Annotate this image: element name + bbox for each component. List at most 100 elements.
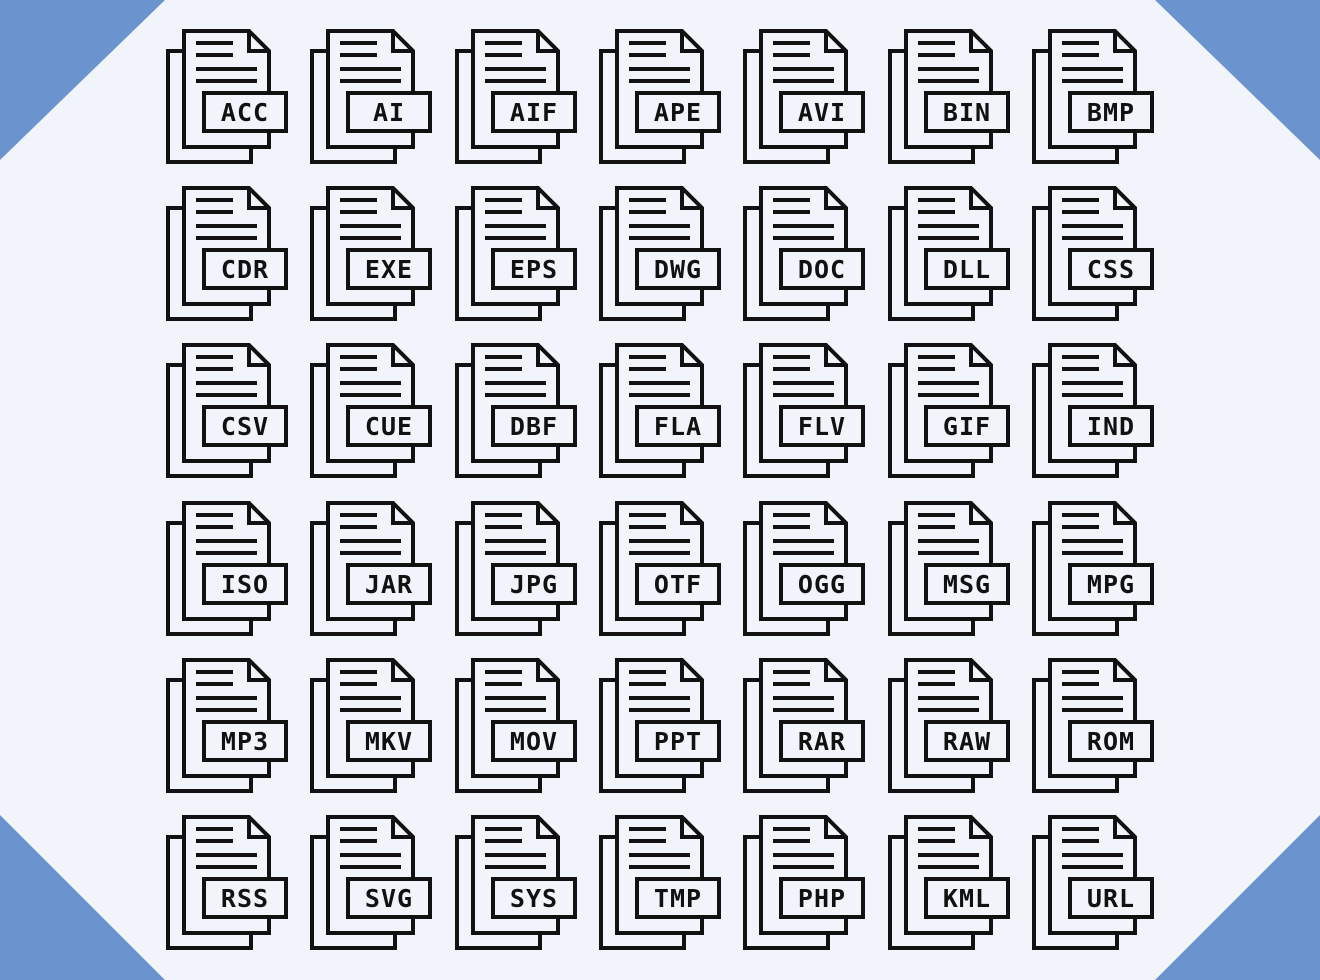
- extension-label: PPT: [654, 727, 702, 756]
- document-icon: FLA: [598, 343, 721, 479]
- document-icon: DOC: [743, 186, 866, 322]
- extension-label: CSS: [1087, 255, 1135, 284]
- document-icon: DWG: [598, 186, 721, 322]
- file-icon-otf: OTF: [598, 500, 728, 641]
- document-icon: TMP: [598, 815, 721, 950]
- extension-label: MKV: [365, 727, 413, 756]
- document-icon: EPS: [454, 186, 577, 322]
- extension-label: DLL: [942, 255, 990, 284]
- corner-bottom-right: [1155, 815, 1320, 980]
- extension-label: MPG: [1087, 570, 1135, 599]
- document-icon: BIN: [887, 29, 1010, 164]
- document-icon: IND: [1031, 343, 1154, 479]
- extension-label: BIN: [942, 98, 990, 127]
- document-icon: CDR: [166, 186, 288, 322]
- document-icon: PHP: [743, 815, 866, 950]
- extension-label: MP3: [221, 727, 269, 756]
- file-icon-msg: MSG: [887, 500, 1017, 641]
- file-icon-mov: MOV: [454, 657, 584, 798]
- extension-label: AIF: [510, 98, 558, 127]
- extension-label: CUE: [365, 412, 413, 441]
- document-icon: ACC: [166, 29, 288, 164]
- extension-label: URL: [1087, 884, 1135, 913]
- document-icon: DBF: [454, 343, 577, 479]
- extension-label: DBF: [510, 412, 558, 441]
- extension-label: EXE: [365, 255, 413, 284]
- extension-label: PHP: [798, 884, 846, 913]
- file-icon-aif: AIF: [454, 29, 584, 169]
- file-icon-acc: ACC: [165, 29, 295, 169]
- file-icon-ogg: OGG: [742, 500, 872, 641]
- file-icon-sys: SYS: [454, 815, 584, 955]
- extension-label: RAR: [798, 727, 846, 756]
- file-icon-ind: IND: [1031, 343, 1161, 483]
- document-icon: OTF: [598, 500, 721, 636]
- document-icon: EXE: [310, 186, 433, 322]
- file-icon-dwg: DWG: [598, 186, 728, 326]
- file-icon-rom: ROM: [1031, 657, 1161, 798]
- document-icon: MSG: [887, 500, 1010, 636]
- file-icon-fla: FLA: [598, 343, 728, 483]
- file-icon-gif: GIF: [887, 343, 1017, 483]
- extension-label: OTF: [654, 570, 702, 599]
- file-icon-bmp: BMP: [1031, 29, 1161, 169]
- file-icon-cdr: CDR: [165, 186, 295, 326]
- extension-label: DWG: [654, 255, 702, 284]
- extension-label: KML: [942, 884, 990, 913]
- document-icon: CUE: [310, 343, 433, 479]
- document-icon: RAW: [887, 657, 1010, 793]
- extension-label: CDR: [221, 255, 269, 284]
- file-icon-css: CSS: [1031, 186, 1161, 326]
- extension-label: RAW: [942, 727, 990, 756]
- extension-label: ACC: [221, 98, 269, 127]
- file-icon-doc: DOC: [742, 186, 872, 326]
- corner-bottom-left: [0, 815, 165, 980]
- document-icon: SYS: [454, 815, 577, 950]
- document-icon: CSS: [1031, 186, 1154, 322]
- file-icon-exe: EXE: [309, 186, 439, 326]
- file-icon-bin: BIN: [887, 29, 1017, 169]
- document-icon: OGG: [743, 500, 866, 636]
- file-icon-php: PHP: [742, 815, 872, 955]
- document-icon: GIF: [887, 343, 1010, 479]
- extension-label: ROM: [1087, 727, 1135, 756]
- document-icon: FLV: [743, 343, 866, 479]
- file-icon-mp3: MP3: [165, 657, 295, 798]
- extension-label: ISO: [221, 570, 269, 599]
- document-icon: AI: [310, 29, 433, 164]
- file-icon-dbf: DBF: [454, 343, 584, 483]
- file-icon-jpg: JPG: [454, 500, 584, 641]
- document-icon: BMP: [1031, 29, 1154, 164]
- file-icon-flv: FLV: [742, 343, 872, 483]
- extension-label: IND: [1087, 412, 1135, 441]
- document-icon: MPG: [1031, 500, 1154, 636]
- file-icon-raw: RAW: [887, 657, 1017, 798]
- document-icon: ISO: [166, 500, 288, 636]
- document-icon: MKV: [310, 657, 433, 793]
- extension-label: FLA: [654, 412, 702, 441]
- document-icon: PPT: [598, 657, 721, 793]
- extension-label: DOC: [798, 255, 846, 284]
- extension-label: GIF: [942, 412, 990, 441]
- file-icon-url: URL: [1031, 815, 1161, 955]
- file-icon-ape: APE: [598, 29, 728, 169]
- document-icon: JAR: [310, 500, 433, 636]
- document-icon: ROM: [1031, 657, 1154, 793]
- document-icon: APE: [598, 29, 721, 164]
- extension-label: JAR: [365, 570, 413, 599]
- extension-label: SYS: [510, 884, 558, 913]
- file-icon-svg: SVG: [309, 815, 439, 955]
- file-icon-rar: RAR: [742, 657, 872, 798]
- file-icon-avi: AVI: [742, 29, 872, 169]
- document-icon: AIF: [454, 29, 577, 164]
- document-icon: MP3: [166, 657, 288, 793]
- corner-top-left: [0, 0, 165, 160]
- file-icon-tmp: TMP: [598, 815, 728, 955]
- file-icon-mkv: MKV: [309, 657, 439, 798]
- file-icon-jar: JAR: [309, 500, 439, 641]
- extension-label: CSV: [221, 412, 269, 441]
- file-icon-cue: CUE: [309, 343, 439, 483]
- file-icon-ppt: PPT: [598, 657, 728, 798]
- file-icon-eps: EPS: [454, 186, 584, 326]
- extension-label: EPS: [510, 255, 558, 284]
